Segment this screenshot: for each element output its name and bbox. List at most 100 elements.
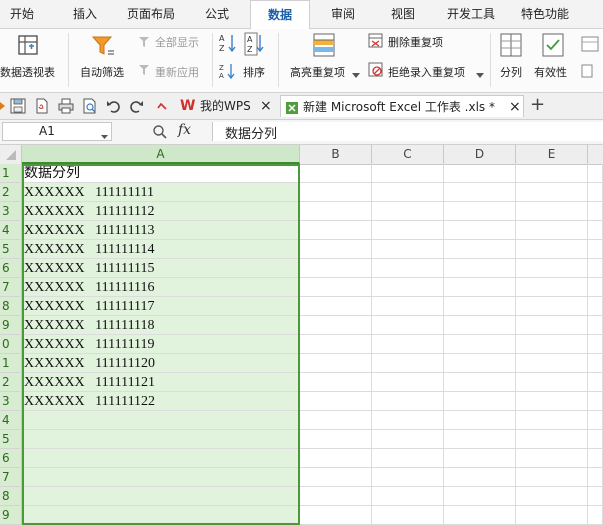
table-cell[interactable]: XXXXXX 111111118 <box>22 316 300 335</box>
table-cell[interactable] <box>372 297 444 316</box>
tab-developer[interactable]: 开发工具 <box>438 0 504 28</box>
table-cell[interactable] <box>588 240 603 259</box>
table-cell[interactable]: XXXXXX 111111111 <box>22 183 300 202</box>
table-cell[interactable] <box>300 316 372 335</box>
table-cell[interactable] <box>516 164 588 183</box>
table-cell[interactable]: XXXXXX 111111115 <box>22 259 300 278</box>
table-cell[interactable] <box>516 202 588 221</box>
print-preview-icon[interactable] <box>82 98 98 114</box>
split-column-button[interactable]: 分列 <box>500 64 522 80</box>
table-cell[interactable] <box>300 430 372 449</box>
table-cell[interactable] <box>444 164 516 183</box>
column-header-d[interactable]: D <box>444 145 516 164</box>
table-cell[interactable]: XXXXXX 111111122 <box>22 392 300 411</box>
table-cell[interactable] <box>372 316 444 335</box>
pivot-table-icon[interactable] <box>16 33 40 57</box>
table-cell[interactable]: XXXXXX 111111112 <box>22 202 300 221</box>
tab-data[interactable]: 数据 <box>250 0 310 29</box>
data-validation-icon[interactable] <box>542 33 564 57</box>
table-cell[interactable]: XXXXXX 111111117 <box>22 297 300 316</box>
auto-filter-button[interactable]: 自动筛选 <box>80 64 124 80</box>
table-cell[interactable] <box>516 335 588 354</box>
table-cell[interactable] <box>372 202 444 221</box>
name-box[interactable]: A1 <box>2 122 112 141</box>
tab-view[interactable]: 视图 <box>378 0 428 28</box>
row-header[interactable]: 3 <box>0 392 22 411</box>
table-cell[interactable] <box>588 506 603 525</box>
customize-arrow-icon[interactable] <box>156 98 168 114</box>
table-cell[interactable] <box>588 354 603 373</box>
row-header[interactable]: 1 <box>0 164 22 183</box>
table-cell[interactable] <box>588 468 603 487</box>
tab-page-layout[interactable]: 页面布局 <box>118 0 184 28</box>
table-cell[interactable] <box>372 468 444 487</box>
table-cell[interactable] <box>300 506 372 525</box>
row-header[interactable]: 7 <box>0 468 22 487</box>
table-cell[interactable] <box>444 468 516 487</box>
table-cell[interactable] <box>516 183 588 202</box>
table-cell[interactable] <box>300 373 372 392</box>
table-cell[interactable] <box>516 392 588 411</box>
print-icon[interactable] <box>58 98 74 114</box>
table-cell[interactable] <box>516 240 588 259</box>
table-cell[interactable] <box>300 259 372 278</box>
table-cell[interactable] <box>372 392 444 411</box>
table-cell[interactable] <box>588 278 603 297</box>
table-cell[interactable] <box>444 449 516 468</box>
table-cell[interactable] <box>588 259 603 278</box>
table-cell[interactable] <box>588 164 603 183</box>
column-header-e[interactable]: E <box>516 145 588 164</box>
table-cell[interactable] <box>588 449 603 468</box>
table-cell[interactable] <box>588 183 603 202</box>
table-cell[interactable] <box>588 411 603 430</box>
table-cell[interactable] <box>444 335 516 354</box>
table-cell[interactable] <box>372 221 444 240</box>
table-cell[interactable] <box>300 164 372 183</box>
table-cell[interactable] <box>588 430 603 449</box>
table-cell[interactable]: XXXXXX 111111116 <box>22 278 300 297</box>
table-cell[interactable] <box>588 297 603 316</box>
table-cell[interactable]: XXXXXX 111111114 <box>22 240 300 259</box>
remove-duplicates-button[interactable]: 删除重复项 <box>388 34 443 50</box>
table-cell[interactable]: XXXXXX 111111119 <box>22 335 300 354</box>
show-all-button[interactable]: 全部显示 <box>155 34 199 50</box>
split-column-icon[interactable] <box>500 33 522 57</box>
table-cell[interactable] <box>444 506 516 525</box>
table-cell[interactable] <box>588 202 603 221</box>
table-cell[interactable] <box>516 259 588 278</box>
formula-input[interactable]: 数据分列 <box>212 122 603 142</box>
table-cell[interactable] <box>22 430 300 449</box>
row-header[interactable]: 8 <box>0 297 22 316</box>
table-cell[interactable] <box>22 506 300 525</box>
table-cell[interactable] <box>444 411 516 430</box>
table-cell[interactable] <box>444 240 516 259</box>
table-cell[interactable] <box>372 259 444 278</box>
table-cell[interactable]: XXXXXX 111111113 <box>22 221 300 240</box>
close-icon[interactable]: × <box>260 95 272 117</box>
table-cell[interactable] <box>444 354 516 373</box>
table-cell[interactable] <box>444 278 516 297</box>
export-pdf-icon[interactable] <box>34 98 50 114</box>
table-cell[interactable] <box>516 468 588 487</box>
save-icon[interactable] <box>10 98 26 114</box>
row-header[interactable]: 4 <box>0 221 22 240</box>
table-cell[interactable] <box>516 506 588 525</box>
table-cell[interactable] <box>516 221 588 240</box>
table-cell[interactable] <box>300 183 372 202</box>
table-cell[interactable] <box>300 487 372 506</box>
table-cell[interactable] <box>588 392 603 411</box>
spreadsheet-grid[interactable]: A B C D E 1 数据分列 2 XXXXXX 111111111 3 XXXXXX … <box>0 145 603 525</box>
table-cell[interactable] <box>372 430 444 449</box>
menu-arrow-icon[interactable] <box>0 98 6 114</box>
table-cell[interactable] <box>372 335 444 354</box>
table-cell[interactable] <box>300 468 372 487</box>
table-cell[interactable] <box>588 316 603 335</box>
doc-tab-excel-sheet[interactable]: 新建 Microsoft Excel 工作表 .xls * × <box>280 95 524 117</box>
table-cell[interactable] <box>300 221 372 240</box>
table-cell[interactable]: XXXXXX 111111121 <box>22 373 300 392</box>
reject-duplicates-button[interactable]: 拒绝录入重复项 <box>388 64 465 80</box>
table-cell[interactable] <box>372 354 444 373</box>
reject-duplicates-icon[interactable] <box>368 62 383 77</box>
more-tools-icon[interactable] <box>580 35 600 85</box>
tab-formulas[interactable]: 公式 <box>192 0 242 28</box>
